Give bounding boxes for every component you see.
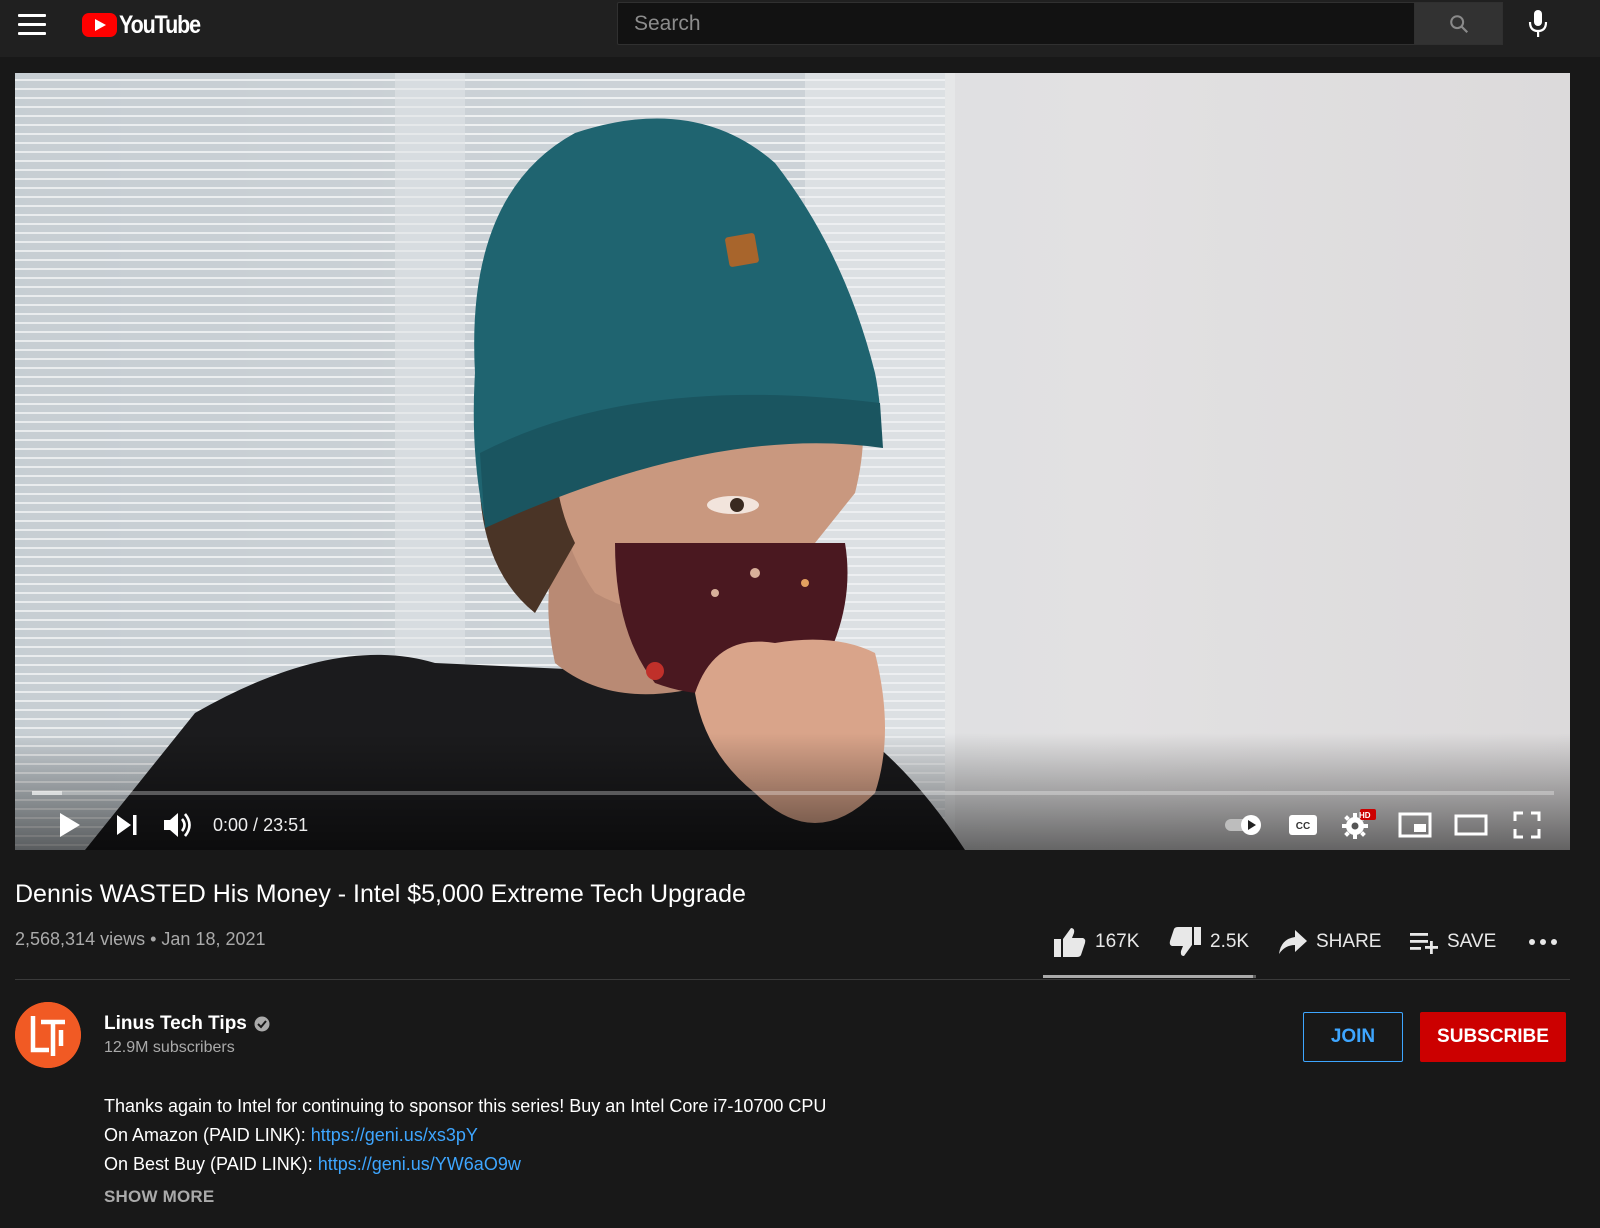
progress-bar[interactable] bbox=[32, 791, 1554, 795]
time-separator: / bbox=[248, 815, 264, 835]
bestbuy-label: On Best Buy (PAID LINK): bbox=[104, 1154, 318, 1174]
description-line-1: Thanks again to Intel for continuing to … bbox=[104, 1096, 827, 1116]
channel-avatar[interactable] bbox=[15, 1002, 81, 1068]
amazon-label: On Amazon (PAID LINK): bbox=[104, 1125, 311, 1145]
skip-next-icon bbox=[117, 815, 137, 835]
time-total: 23:51 bbox=[263, 815, 309, 835]
voice-search-button[interactable] bbox=[1523, 7, 1553, 41]
time-current: 0:00 bbox=[213, 815, 249, 835]
bestbuy-link[interactable]: https://geni.us/YW6aO9w bbox=[318, 1154, 521, 1174]
svg-text:CC: CC bbox=[1296, 821, 1310, 832]
miniplayer-button[interactable] bbox=[1395, 805, 1435, 845]
video-description: Thanks again to Intel for continuing to … bbox=[104, 1092, 826, 1179]
like-button[interactable]: 167K bbox=[1053, 924, 1139, 960]
search-input[interactable] bbox=[618, 3, 1414, 44]
search-box bbox=[617, 2, 1415, 45]
share-button[interactable]: SHARE bbox=[1278, 924, 1381, 960]
autoplay-toggle[interactable] bbox=[1222, 805, 1266, 845]
theater-mode-button[interactable] bbox=[1451, 805, 1491, 845]
subscriber-count: 12.9M subscribers bbox=[104, 1039, 235, 1056]
closed-captions-icon: CC bbox=[1289, 815, 1317, 835]
subtitles-button[interactable]: CC bbox=[1283, 805, 1323, 845]
fullscreen-button[interactable] bbox=[1507, 805, 1547, 845]
autoplay-icon bbox=[1225, 815, 1261, 835]
play-button[interactable] bbox=[50, 805, 90, 845]
meta-separator: • bbox=[145, 929, 162, 949]
logo-text: YouTube bbox=[119, 10, 201, 39]
share-label: SHARE bbox=[1316, 931, 1382, 952]
upload-date: Jan 18, 2021 bbox=[161, 929, 266, 949]
video-title: Dennis WASTED His Money - Intel $5,000 E… bbox=[15, 880, 746, 908]
play-icon bbox=[60, 813, 80, 837]
add-to-playlist-icon bbox=[1410, 933, 1438, 954]
masthead: YouTube bbox=[0, 0, 1600, 57]
like-count: 167K bbox=[1095, 931, 1140, 952]
sentiment-like-fill bbox=[1043, 975, 1253, 978]
video-frame bbox=[15, 73, 1570, 850]
menu-icon[interactable] bbox=[18, 14, 46, 36]
time-display: 0:00 / 23:51 bbox=[213, 815, 308, 836]
youtube-play-icon bbox=[82, 13, 117, 37]
join-button[interactable]: JOIN bbox=[1303, 1012, 1403, 1062]
channel-name: Linus Tech Tips bbox=[104, 1013, 247, 1034]
description-line-2: On Amazon (PAID LINK): https://geni.us/x… bbox=[104, 1121, 826, 1150]
hd-badge: HD bbox=[1359, 811, 1371, 820]
description-line-3: On Best Buy (PAID LINK): https://geni.us… bbox=[104, 1150, 826, 1179]
microphone-icon bbox=[1528, 10, 1548, 37]
miniplayer-icon bbox=[1398, 812, 1432, 838]
more-actions-button[interactable] bbox=[1528, 924, 1558, 960]
share-icon bbox=[1279, 930, 1307, 954]
youtube-logo[interactable]: YouTube bbox=[82, 10, 213, 40]
show-more-button[interactable]: SHOW MORE bbox=[104, 1187, 214, 1207]
channel-name-link[interactable]: Linus Tech Tips bbox=[104, 1013, 270, 1035]
save-label: SAVE bbox=[1447, 931, 1497, 952]
subscribe-button[interactable]: SUBSCRIBE bbox=[1420, 1012, 1566, 1062]
amazon-link[interactable]: https://geni.us/xs3pY bbox=[311, 1125, 478, 1145]
ltt-logo-icon bbox=[15, 1002, 81, 1068]
dislike-button[interactable]: 2.5K bbox=[1168, 924, 1249, 960]
volume-button[interactable] bbox=[158, 805, 198, 845]
settings-button[interactable]: HD bbox=[1337, 805, 1381, 845]
verified-badge-icon bbox=[254, 1016, 270, 1032]
video-meta: 2,568,314 views • Jan 18, 2021 bbox=[15, 929, 266, 950]
save-button[interactable]: SAVE bbox=[1409, 924, 1496, 960]
sentiment-bar bbox=[1043, 975, 1256, 978]
search-button[interactable] bbox=[1414, 2, 1503, 45]
video-player[interactable]: 0:00 / 23:51 CC HD bbox=[15, 73, 1570, 850]
progress-loaded bbox=[32, 791, 63, 795]
divider bbox=[15, 979, 1570, 980]
thumbs-up-icon bbox=[1054, 928, 1086, 957]
search-icon bbox=[1449, 14, 1468, 33]
fullscreen-icon bbox=[1513, 811, 1541, 839]
thumbs-down-icon bbox=[1169, 927, 1201, 956]
more-horizontal-icon bbox=[1529, 939, 1557, 945]
theater-mode-icon bbox=[1454, 814, 1488, 836]
volume-icon bbox=[164, 813, 191, 837]
view-count: 2,568,314 views bbox=[15, 929, 146, 949]
dislike-count: 2.5K bbox=[1210, 931, 1250, 952]
next-button[interactable] bbox=[107, 805, 147, 845]
